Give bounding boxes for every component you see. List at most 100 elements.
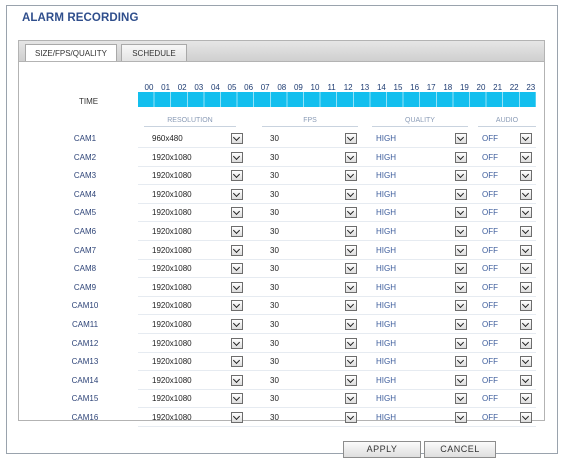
- audio-dropdown-chevron-icon[interactable]: [520, 170, 532, 182]
- quality-dropdown-chevron-icon[interactable]: [455, 300, 467, 312]
- quality-dropdown-chevron-icon[interactable]: [455, 226, 467, 237]
- fps-dropdown-chevron-icon[interactable]: [345, 356, 357, 368]
- apply-button[interactable]: APPLY: [343, 441, 421, 458]
- quality-value: HIGH: [376, 394, 396, 404]
- quality-dropdown-chevron-icon[interactable]: [455, 263, 467, 275]
- fps-dropdown-chevron-icon[interactable]: [345, 207, 357, 219]
- resolution-dropdown-chevron-icon[interactable]: [231, 263, 243, 275]
- quality-dropdown-chevron-icon[interactable]: [455, 188, 467, 200]
- camera-label: CAM16: [71, 413, 99, 422]
- quality-dropdown-chevron-icon[interactable]: [455, 412, 467, 423]
- resolution-dropdown-chevron-icon[interactable]: [231, 374, 243, 386]
- audio-dropdown-chevron-icon[interactable]: [520, 374, 532, 386]
- audio-dropdown-chevron-icon[interactable]: [520, 188, 532, 200]
- resolution-value: 1920x1080: [152, 282, 192, 292]
- audio-dropdown-chevron-icon[interactable]: [520, 319, 532, 330]
- fps-dropdown-chevron-icon[interactable]: [345, 170, 357, 182]
- quality-dropdown-chevron-icon[interactable]: [455, 356, 467, 368]
- fps-dropdown-chevron-icon[interactable]: [345, 337, 357, 349]
- resolution-dropdown-chevron-icon[interactable]: [231, 207, 243, 219]
- quality-value: HIGH: [376, 171, 396, 181]
- hour-label: 22: [509, 83, 519, 92]
- fps-dropdown-chevron-icon[interactable]: [345, 226, 357, 237]
- time-label: TIME: [79, 97, 99, 106]
- tab-bar: SIZE/FPS/QUALITY SCHEDULE: [18, 40, 545, 63]
- fps-dropdown-chevron-icon[interactable]: [345, 263, 357, 275]
- resolution-dropdown-chevron-icon[interactable]: [231, 356, 243, 368]
- row-divider: [138, 202, 536, 204]
- resolution-value: 1920x1080: [152, 171, 192, 181]
- audio-value: OFF: [482, 134, 498, 143]
- resolution-dropdown-chevron-icon[interactable]: [231, 244, 243, 256]
- quality-dropdown-chevron-icon[interactable]: [455, 374, 467, 386]
- fps-dropdown-chevron-icon[interactable]: [345, 393, 357, 405]
- hour-label: 17: [426, 83, 436, 92]
- column-header-quality: QUALITY: [372, 115, 468, 127]
- resolution-dropdown-chevron-icon[interactable]: [231, 393, 243, 405]
- quality-dropdown-chevron-icon[interactable]: [455, 337, 467, 349]
- audio-value: OFF: [482, 394, 498, 404]
- fps-value: 30: [270, 338, 279, 348]
- fps-dropdown-chevron-icon[interactable]: [345, 300, 357, 312]
- quality-dropdown-chevron-icon[interactable]: [455, 133, 467, 144]
- fps-dropdown-chevron-icon[interactable]: [345, 151, 357, 163]
- hour-label: 19: [459, 83, 469, 92]
- audio-dropdown-chevron-icon[interactable]: [520, 337, 532, 349]
- resolution-value: 1920x1080: [152, 320, 192, 329]
- resolution-dropdown-chevron-icon[interactable]: [231, 188, 243, 200]
- camera-label: CAM14: [71, 375, 99, 385]
- resolution-dropdown-chevron-icon[interactable]: [231, 281, 243, 293]
- hour-label: 06: [244, 83, 254, 92]
- quality-dropdown-chevron-icon[interactable]: [455, 393, 467, 405]
- quality-dropdown-chevron-icon[interactable]: [455, 281, 467, 293]
- audio-dropdown-chevron-icon[interactable]: [520, 226, 532, 237]
- fps-dropdown-chevron-icon[interactable]: [345, 244, 357, 256]
- camera-label: CAM2: [73, 152, 97, 162]
- fps-dropdown-chevron-icon[interactable]: [345, 188, 357, 200]
- resolution-value: 1920x1080: [152, 413, 192, 422]
- tab-schedule[interactable]: SCHEDULE: [121, 44, 187, 62]
- camera-label: CAM5: [73, 208, 97, 218]
- quality-dropdown-chevron-icon[interactable]: [455, 207, 467, 219]
- fps-dropdown-chevron-icon[interactable]: [345, 319, 357, 330]
- quality-value: HIGH: [376, 208, 396, 218]
- resolution-dropdown-chevron-icon[interactable]: [231, 133, 243, 144]
- resolution-dropdown-chevron-icon[interactable]: [231, 151, 243, 163]
- audio-dropdown-chevron-icon[interactable]: [520, 412, 532, 423]
- fps-value: 30: [270, 320, 279, 329]
- audio-dropdown-chevron-icon[interactable]: [520, 393, 532, 405]
- fps-dropdown-chevron-icon[interactable]: [345, 133, 357, 144]
- audio-dropdown-chevron-icon[interactable]: [520, 244, 532, 256]
- audio-dropdown-chevron-icon[interactable]: [520, 263, 532, 275]
- row-divider: [138, 258, 536, 260]
- resolution-dropdown-chevron-icon[interactable]: [231, 337, 243, 349]
- resolution-dropdown-chevron-icon[interactable]: [231, 226, 243, 237]
- audio-dropdown-chevron-icon[interactable]: [520, 207, 532, 219]
- resolution-dropdown-chevron-icon[interactable]: [231, 170, 243, 182]
- row-divider: [138, 351, 536, 353]
- audio-dropdown-chevron-icon[interactable]: [520, 300, 532, 312]
- fps-dropdown-chevron-icon[interactable]: [345, 374, 357, 386]
- audio-dropdown-chevron-icon[interactable]: [520, 356, 532, 368]
- column-header-fps: FPS: [262, 115, 358, 127]
- quality-dropdown-chevron-icon[interactable]: [455, 151, 467, 163]
- audio-dropdown-chevron-icon[interactable]: [520, 151, 532, 163]
- hour-label: 21: [493, 83, 503, 92]
- schedule-time-bar[interactable]: [138, 92, 536, 107]
- fps-value: 30: [270, 394, 279, 404]
- audio-dropdown-chevron-icon[interactable]: [520, 281, 532, 293]
- resolution-dropdown-chevron-icon[interactable]: [231, 300, 243, 312]
- camera-label: CAM10: [71, 301, 99, 311]
- quality-value: HIGH: [376, 189, 396, 199]
- audio-dropdown-chevron-icon[interactable]: [520, 133, 532, 144]
- quality-dropdown-chevron-icon[interactable]: [455, 319, 467, 330]
- cancel-button[interactable]: CANCEL: [424, 441, 496, 458]
- quality-dropdown-chevron-icon[interactable]: [455, 244, 467, 256]
- fps-dropdown-chevron-icon[interactable]: [345, 281, 357, 293]
- resolution-dropdown-chevron-icon[interactable]: [231, 412, 243, 423]
- fps-dropdown-chevron-icon[interactable]: [345, 412, 357, 423]
- resolution-dropdown-chevron-icon[interactable]: [231, 319, 243, 330]
- fps-value: 30: [270, 282, 279, 292]
- quality-value: HIGH: [376, 301, 396, 311]
- quality-dropdown-chevron-icon[interactable]: [455, 170, 467, 182]
